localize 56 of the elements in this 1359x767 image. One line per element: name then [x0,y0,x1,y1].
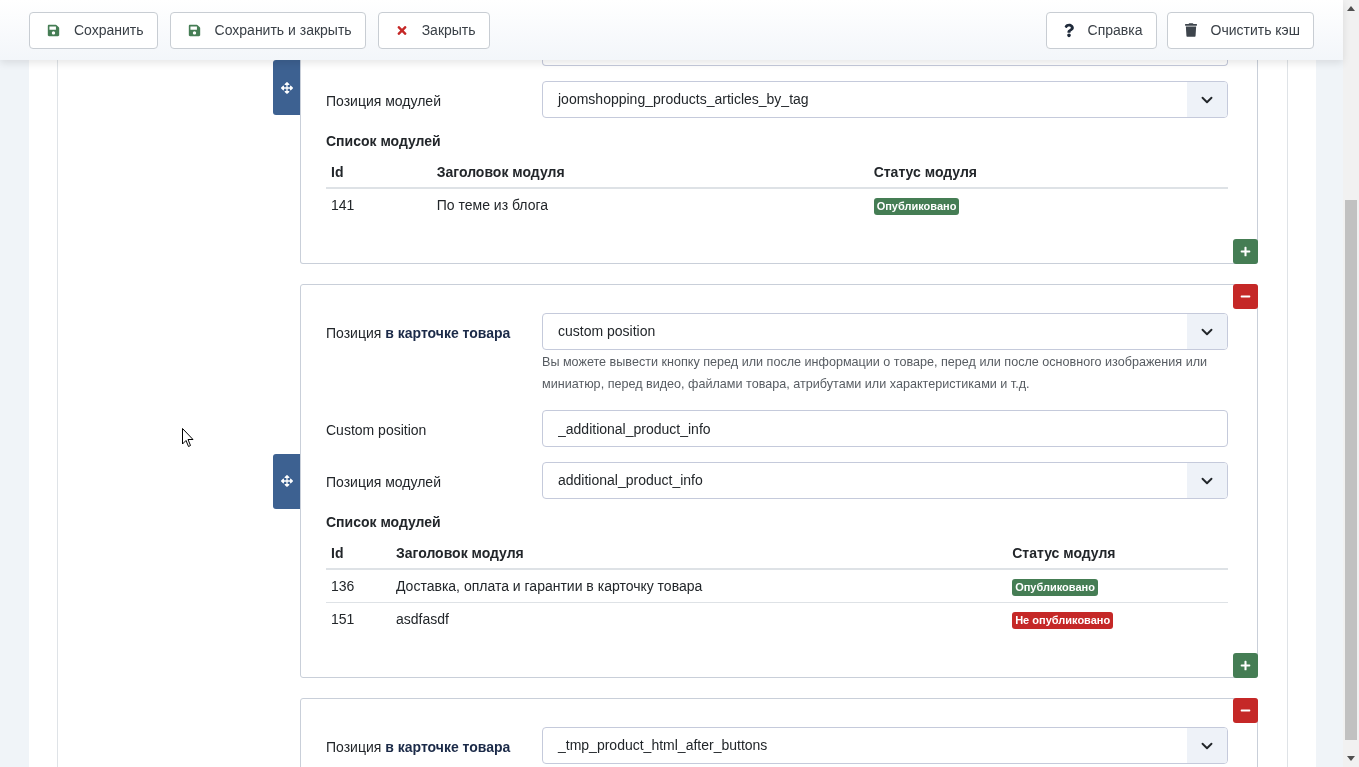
remove-button[interactable] [1233,284,1258,309]
table-cell: 141 [326,188,432,221]
add-button[interactable] [1233,653,1258,678]
column-header: Статус модуля [1007,538,1228,569]
save-and-close-button[interactable]: Сохранить и закрыть [169,11,366,49]
column-header: Id [326,538,391,569]
help-button[interactable]: Справка [1045,11,1157,49]
field-label: Позиция в карточке товара [326,325,511,341]
plus-icon [1240,246,1251,257]
section-title: Список модулей [326,513,442,532]
field-label: Позиция модулей [326,93,441,109]
chevron-down-icon [1187,82,1227,117]
scroll-down-arrow-icon [1347,756,1355,761]
chevron-down-icon [1187,728,1227,763]
field-label: Custom position [326,422,427,438]
table-cell: По теме из блога [431,188,869,221]
status-badge: Опубликовано [1012,578,1098,596]
clear-cache-button[interactable]: Очистить кэш [1166,11,1314,49]
field-label: Позиция в карточке товара [326,739,511,755]
chevron-down-icon [1187,463,1227,498]
remove-button[interactable] [1233,698,1258,723]
mouse-pointer-icon [182,428,194,447]
move-arrows-icon [280,81,293,94]
move-arrows-icon [280,475,293,487]
drag-handle[interactable] [273,60,300,115]
help-text: Вы можете вывести кнопку перед или после информации о товаре, перед или после основного изображения или миниатюр, перед видео, файлами товара, атрибутами или характеристиками и т.д. [542,354,1209,393]
column-header: Статус модуля [868,157,1228,188]
select-field[interactable]: joomshopping_products_articles_by_tag [542,81,1228,118]
column-header: Заголовок модуля [391,538,1008,569]
question-mark-icon [1063,22,1074,38]
input-field[interactable]: _additional_product_info [542,410,1228,447]
field-label: Позиция модулей [326,474,441,490]
column-header: Заголовок модуля [431,157,869,188]
section-title: Список модулей [326,132,442,151]
scrollbar[interactable] [1343,0,1359,767]
scroll-up-arrow-icon [1347,6,1355,11]
select-field[interactable]: _tmp_product_html_after_buttons [542,727,1228,764]
table-cell: 151 [326,602,391,635]
chevron-down-icon [1187,314,1227,349]
table-cell: asdfasdf [391,602,1008,635]
column-header: Id [326,157,432,188]
trash-icon [1184,23,1197,37]
table-cell: 136 [326,569,391,603]
plus-icon [1240,660,1251,671]
close-button[interactable]: Закрыть [377,11,490,49]
select-field[interactable]: custom position [542,313,1228,350]
status-badge: Опубликовано [873,197,960,215]
status-badge: Не опубликовано [1012,611,1114,629]
save-button[interactable]: Сохранить [29,11,158,49]
select-field[interactable]: additional_product_info [542,462,1228,499]
close-icon [395,23,408,37]
input-field[interactable] [542,60,1228,66]
drag-handle[interactable] [273,453,300,509]
scrollbar-thumb[interactable] [1345,200,1357,740]
table-cell: Доставка, оплата и гарантии в карточку товара [391,569,1008,603]
add-button[interactable] [1233,239,1258,264]
